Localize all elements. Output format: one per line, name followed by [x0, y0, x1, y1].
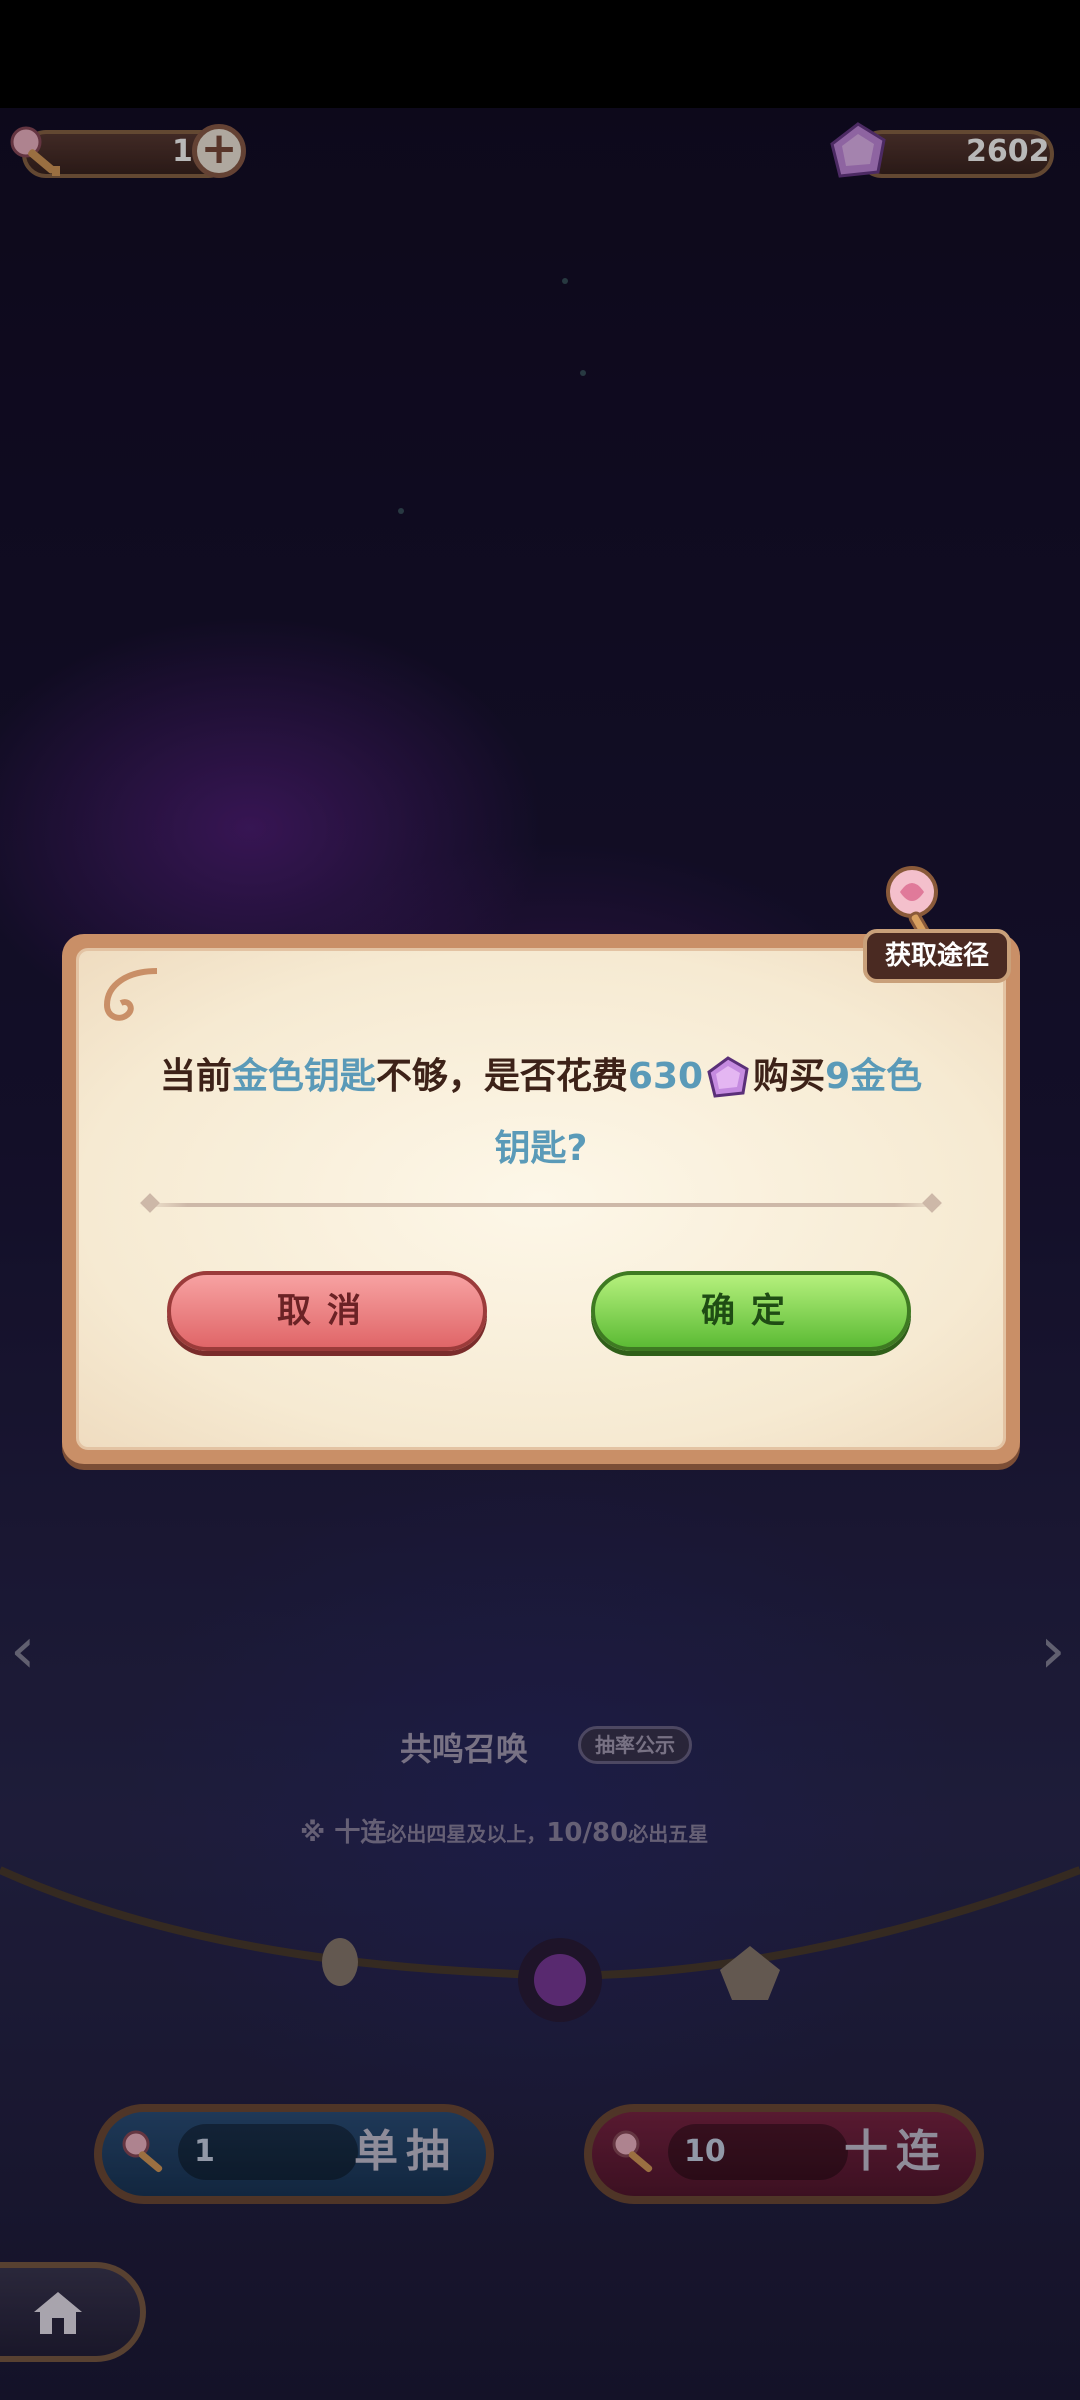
cancel-button[interactable]: 取消 [167, 1271, 487, 1351]
divider [139, 1203, 943, 1207]
gem-icon [707, 1056, 749, 1098]
confirm-button[interactable]: 确定 [591, 1271, 911, 1351]
status-bar [0, 0, 1080, 108]
purchase-dialog: 获取途径 当前金色钥匙不够，是否花费630 购买9金色 钥匙? 取消 确定 [62, 929, 1020, 1464]
corner-ornament [103, 968, 158, 1021]
acquire-route-button[interactable]: 获取途径 [862, 929, 1011, 983]
purchase-message: 当前金色钥匙不够，是否花费630 购买9金色 钥匙? [159, 1056, 923, 1169]
